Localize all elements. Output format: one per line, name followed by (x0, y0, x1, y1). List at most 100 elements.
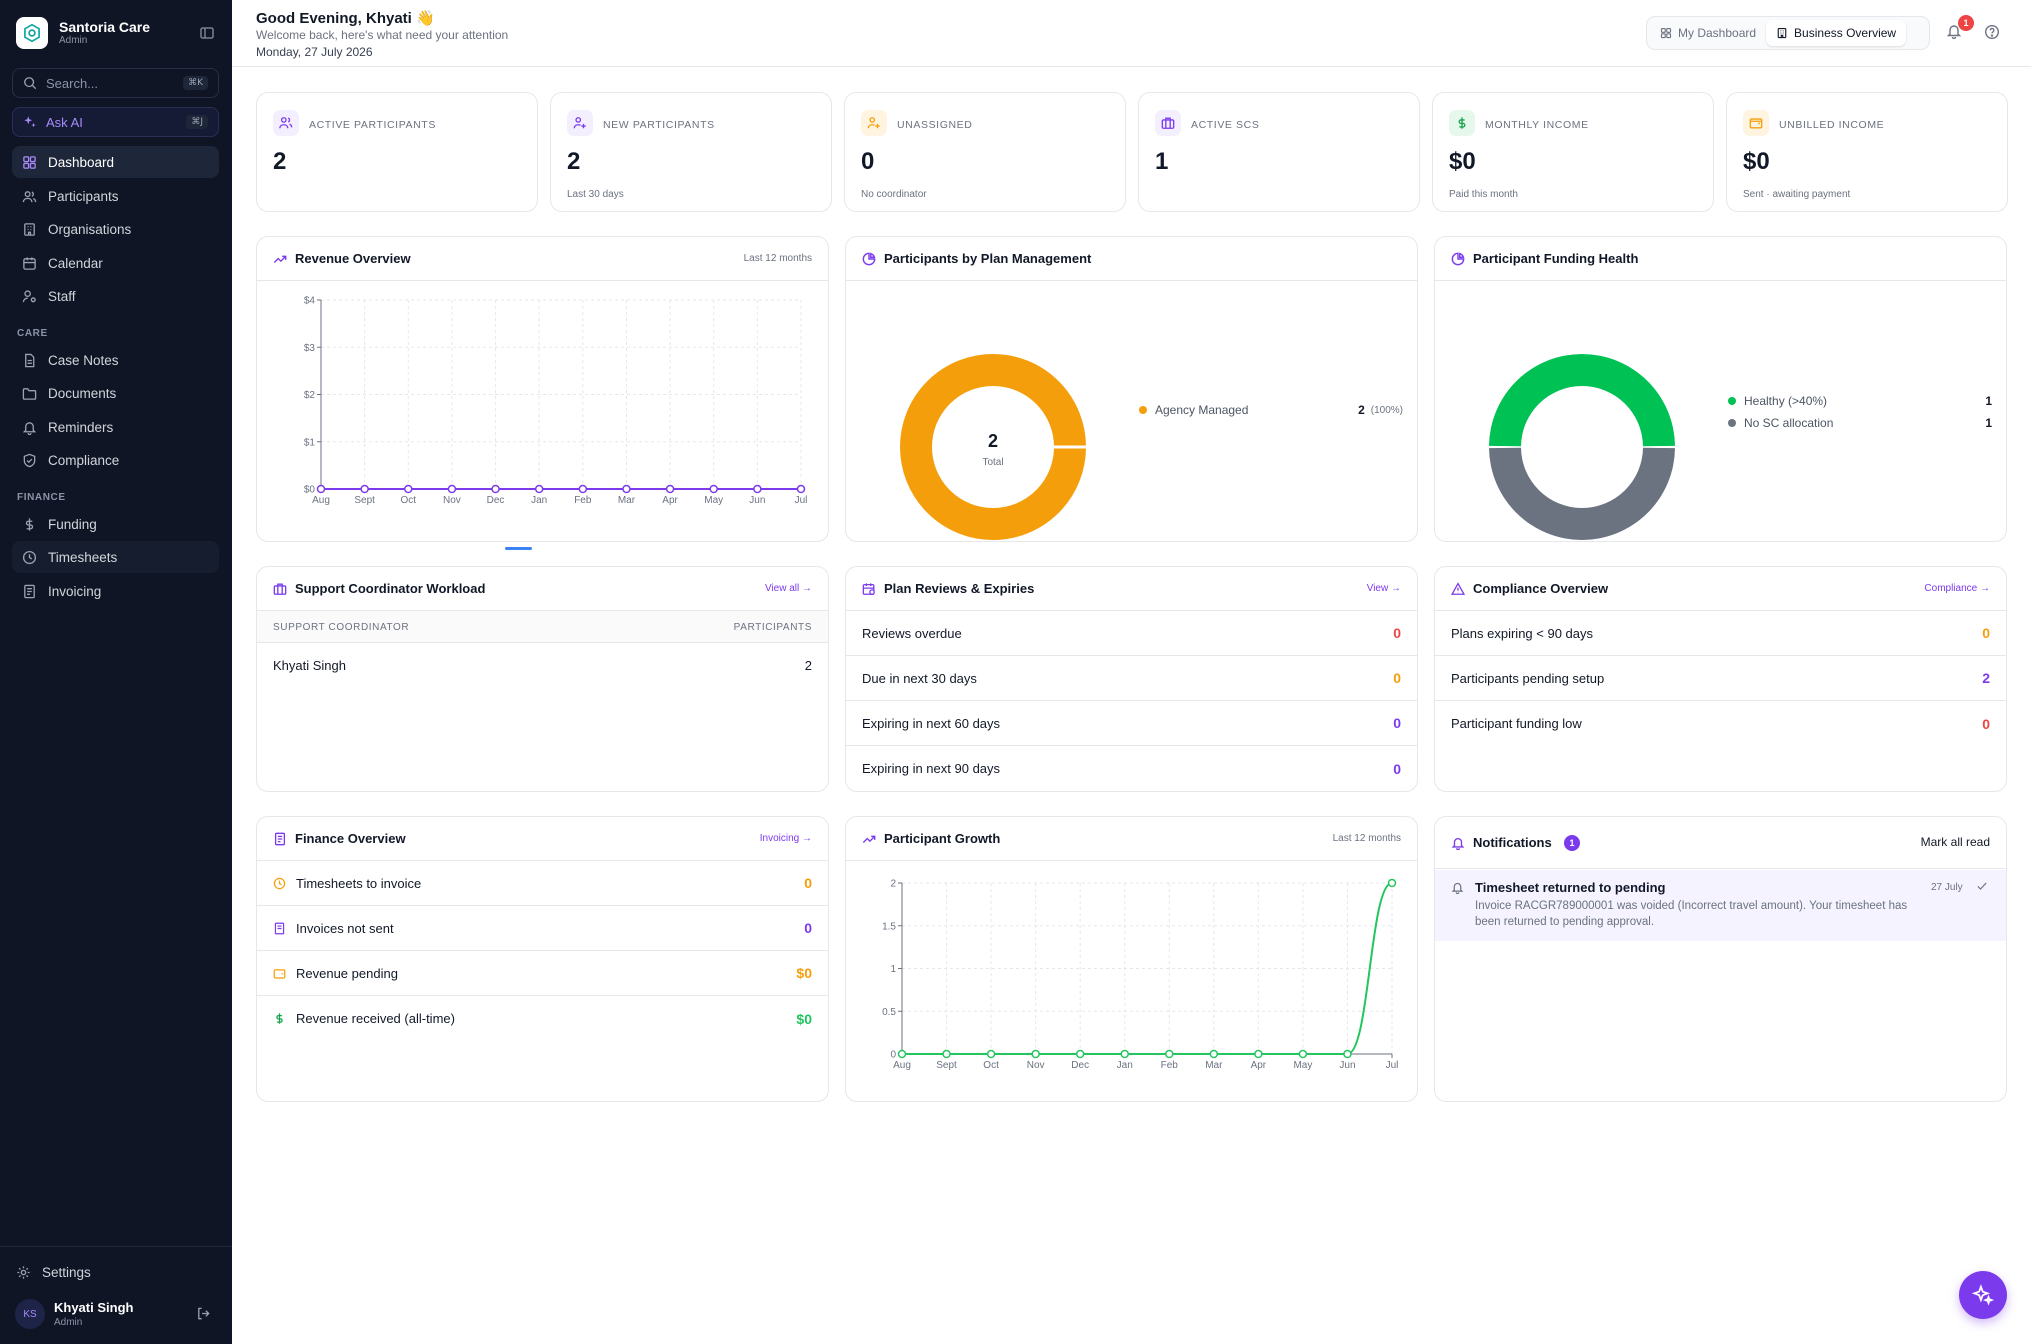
sidebar-item-compliance[interactable]: Compliance (12, 444, 219, 476)
sidebar-item-documents[interactable]: Documents (12, 377, 219, 409)
card-title: Revenue Overview (295, 251, 411, 266)
sidebar-item-organisations[interactable]: Organisations (12, 213, 219, 245)
users-icon (22, 190, 37, 202)
x-tick-label: Aug (312, 495, 330, 506)
list-item[interactable]: Participants pending setup 2 (1435, 656, 2006, 701)
wallet-icon (273, 968, 286, 979)
sidebar-search[interactable]: Search... ⌘K (12, 68, 219, 98)
list-item[interactable]: Revenue received (all-time) $0 (257, 996, 828, 1041)
donut-slice (1489, 353, 1675, 447)
logout-icon[interactable] (196, 1306, 211, 1326)
sidebar-collapse-icon[interactable] (199, 25, 215, 41)
card-header: Revenue Overview Last 12 months (257, 237, 828, 281)
calendar-clock-icon (862, 583, 875, 595)
card-header: Support Coordinator Workload View all → (257, 567, 828, 611)
data-point (1209, 1049, 1219, 1059)
invoicing-link[interactable]: Invoicing → (760, 833, 812, 844)
list-item[interactable]: Invoices not sent 0 (257, 906, 828, 951)
notification-item[interactable]: Timesheet returned to pending 27 July In… (1435, 870, 2006, 941)
data-point (404, 484, 413, 494)
tab-business-overview[interactable]: Business Overview (1766, 20, 1907, 46)
sidebar-item-calendar[interactable]: Calendar (12, 247, 219, 279)
stat-value: $0 (1743, 148, 1770, 175)
stat-label: NEW PARTICIPANTS (603, 119, 715, 131)
dollar-icon (25, 517, 34, 531)
list-item[interactable]: Participant funding low 0 (1435, 701, 2006, 746)
funding-health-card: Participant Funding Health Healthy (>40%… (1434, 236, 2007, 542)
x-tick-label: Mar (1205, 1060, 1223, 1071)
stat-subtext: Sent · awaiting payment (1743, 189, 1851, 200)
y-tick-label: $4 (304, 296, 316, 307)
receipt-icon (274, 832, 286, 846)
compliance-link[interactable]: Compliance → (1924, 583, 1990, 594)
check-icon[interactable] (1976, 880, 1988, 892)
avatar[interactable]: KS (15, 1299, 45, 1329)
folder-icon (22, 387, 37, 400)
sidebar-item-label: Invoicing (48, 583, 102, 599)
list-item[interactable]: Reviews overdue 0 (846, 611, 1417, 656)
x-tick-label: Feb (574, 495, 592, 506)
mark-all-read-button[interactable]: Mark all read (1921, 835, 1990, 849)
list-item[interactable]: Revenue pending $0 (257, 951, 828, 996)
stat-label: MONTHLY INCOME (1485, 119, 1589, 131)
participant-growth-card: Participant Growth Last 12 months 0 0.5 1 1… (845, 816, 1418, 1102)
finance-section-label: FINANCE (17, 492, 66, 503)
data-point (491, 484, 500, 494)
brand[interactable]: Santoria Care Admin (16, 17, 150, 49)
sidebar-item-settings[interactable]: Settings (6, 1256, 213, 1288)
data-point (1254, 1049, 1263, 1059)
row-value: $0 (796, 965, 812, 981)
row-label: Due in next 30 days (862, 670, 977, 686)
warning-icon (1451, 582, 1465, 595)
data-point (360, 484, 369, 494)
ai-assistant-fab[interactable] (1959, 1271, 2007, 1319)
stat-card: MONTHLY INCOME $0 Paid this month (1432, 92, 1714, 212)
card-period: Last 12 months (743, 253, 812, 264)
sidebar-item-reminders[interactable]: Reminders (12, 411, 219, 443)
sparkles-icon (24, 116, 36, 128)
data-point (447, 484, 457, 494)
tab-my-dashboard[interactable]: My Dashboard (1650, 20, 1766, 46)
sidebar-item-funding[interactable]: Funding (12, 508, 219, 540)
x-tick-label: Nov (443, 495, 461, 506)
grid-icon (23, 155, 36, 169)
sidebar-item-invoicing[interactable]: Invoicing (12, 575, 219, 607)
card-title: Participant Funding Health (1473, 251, 1639, 266)
x-tick-label: Oct (983, 1060, 999, 1071)
table-row[interactable]: Khyati Singh 2 (257, 643, 828, 688)
stat-card: UNASSIGNED 0 No coordinator (844, 92, 1126, 212)
help-icon[interactable] (1984, 24, 2000, 45)
view-all-link[interactable]: View all → (765, 583, 812, 594)
list-item[interactable]: Timesheets to invoice 0 (257, 861, 828, 906)
wallet-icon (1743, 110, 1769, 136)
legend-swatch (1728, 419, 1736, 427)
ask-ai-button[interactable]: Ask AI ⌘J (12, 107, 219, 137)
stat-label: UNBILLED INCOME (1779, 119, 1885, 131)
sidebar-item-case-notes[interactable]: Case Notes (12, 344, 219, 376)
sidebar: Santoria Care Admin Search... ⌘K Ask AI … (0, 0, 232, 1344)
list-item[interactable]: Plans expiring < 90 days 0 (1435, 611, 2006, 656)
data-point (942, 1049, 951, 1059)
x-tick-label: Jun (1339, 1060, 1355, 1071)
list-item[interactable]: Expiring in next 90 days 0 (846, 746, 1417, 791)
sidebar-item-dashboard[interactable]: Dashboard (12, 146, 219, 178)
x-tick-label: May (1293, 1060, 1312, 1071)
pie-chart-icon (1451, 252, 1465, 266)
data-point (578, 484, 588, 494)
x-tick-label: Dec (487, 495, 505, 506)
view-link[interactable]: View → (1367, 583, 1401, 594)
plan-reviews-card: Plan Reviews & Expiries View → Reviews o… (845, 566, 1418, 792)
x-tick-label: Apr (662, 495, 678, 506)
tab-label: My Dashboard (1678, 26, 1757, 40)
sidebar-item-participants[interactable]: Participants (12, 180, 219, 212)
sidebar-item-label: Funding (48, 516, 97, 532)
y-tick-label: $2 (304, 390, 316, 401)
row-label: Invoices not sent (296, 920, 394, 936)
list-item[interactable]: Expiring in next 60 days 0 (846, 701, 1417, 746)
sidebar-item-staff[interactable]: Staff (12, 280, 219, 312)
users-icon (273, 110, 299, 136)
y-tick-label: 1.5 (882, 921, 896, 932)
data-point (1387, 878, 1397, 888)
list-item[interactable]: Due in next 30 days 0 (846, 656, 1417, 701)
sidebar-item-timesheets[interactable]: Timesheets (12, 541, 219, 573)
